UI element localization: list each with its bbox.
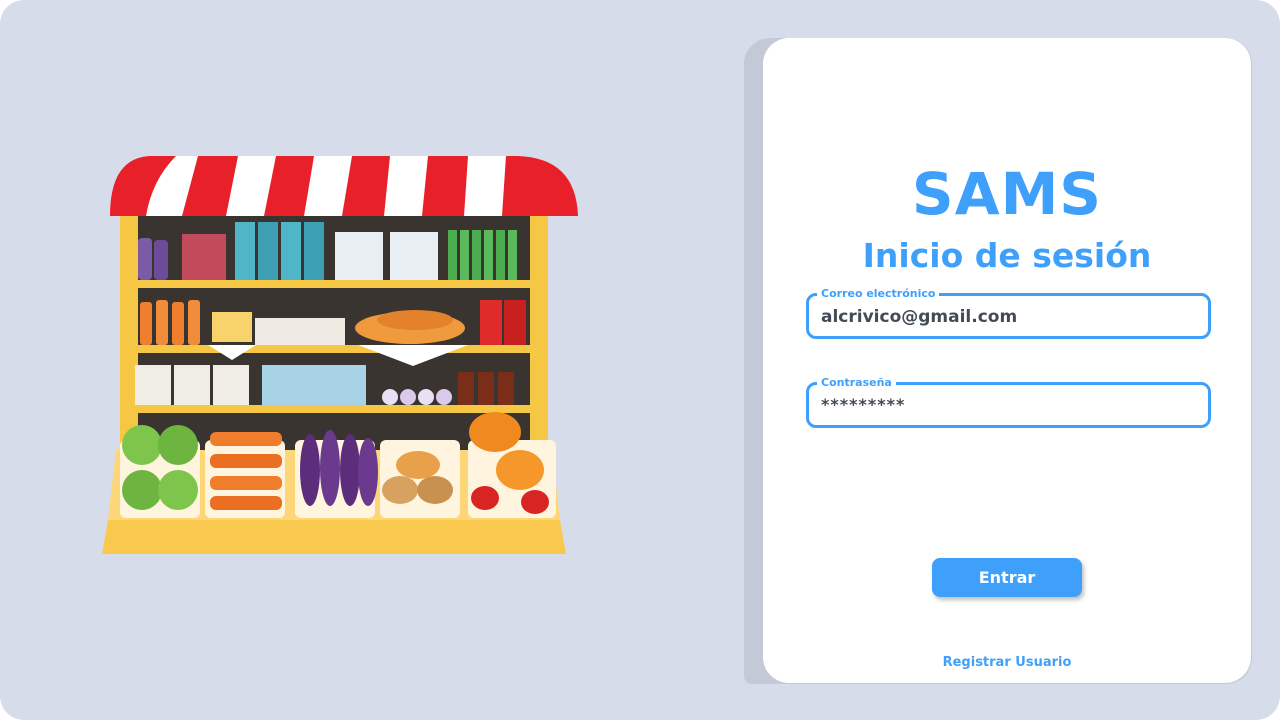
password-input[interactable]: ********* bbox=[821, 394, 1198, 416]
password-label: Contraseña bbox=[817, 377, 896, 389]
app-title: SAMS bbox=[911, 160, 1103, 228]
register-link[interactable]: Registrar Usuario bbox=[763, 655, 1251, 670]
password-field[interactable]: Contraseña ********* bbox=[806, 377, 1211, 428]
app-window: SAMS Inicio de sesión Correo electrónico… bbox=[0, 0, 1280, 720]
grocery-store-stall-icon bbox=[102, 156, 578, 554]
login-card: SAMS Inicio de sesión Correo electrónico… bbox=[763, 38, 1251, 683]
login-button[interactable]: Entrar bbox=[932, 558, 1082, 597]
page-title: Inicio de sesión bbox=[862, 236, 1152, 275]
email-field[interactable]: Correo electrónico alcrivico@gmail.com bbox=[806, 288, 1211, 339]
email-input[interactable]: alcrivico@gmail.com bbox=[821, 306, 1198, 328]
email-label: Correo electrónico bbox=[817, 288, 940, 300]
